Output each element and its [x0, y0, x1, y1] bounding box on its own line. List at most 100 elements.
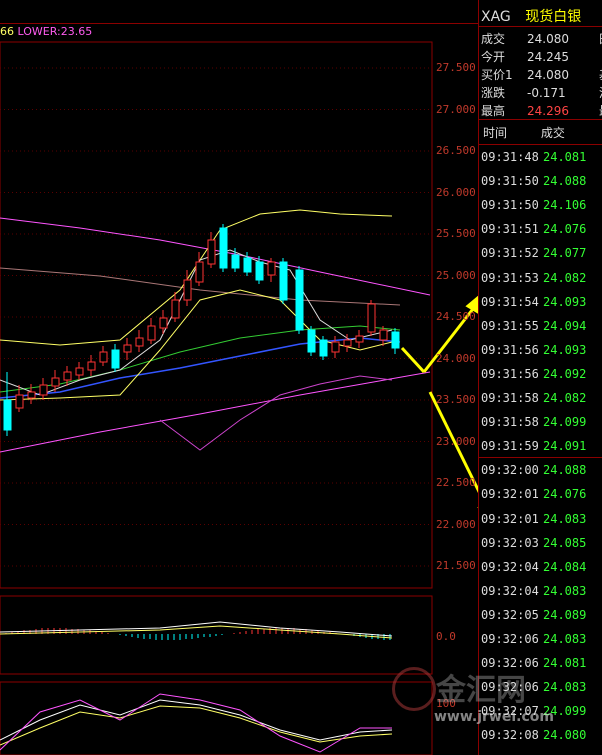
candle-body [183, 279, 192, 301]
price-axis-tick: 24.500 [436, 310, 476, 323]
tick-time: 09:31:58 [481, 391, 539, 405]
tick-row[interactable]: 09:31:48 24.081 [481, 150, 586, 173]
candle-body [99, 351, 108, 363]
candle-body [27, 391, 36, 399]
price-axis-tick: 24.000 [436, 351, 476, 365]
tick-row[interactable]: 09:32:04 24.084 [481, 560, 586, 583]
tick-time: 09:31:52 [481, 246, 539, 261]
candle-body [63, 371, 72, 381]
candle-body [15, 394, 24, 409]
candle-body [355, 335, 364, 343]
tick-row[interactable]: 09:31:59 24.091 [481, 439, 586, 462]
kdj-j-line [0, 693, 392, 753]
tick-price: 24.081 [543, 150, 587, 164]
candle-body [231, 254, 240, 269]
watermark: 金汇网 www.jrwei.com [392, 665, 572, 725]
candle-body [51, 377, 60, 387]
tick-time: 09:32:03 [481, 535, 539, 550]
quote-label: 涨跌 [481, 86, 506, 100]
quote-row: 买价124.080基 [481, 66, 602, 83]
quote-value: 24.245 [527, 50, 569, 64]
tick-price: 24.089 [543, 607, 587, 622]
candle-body [279, 261, 288, 301]
ticks-header-time: 时间 [483, 126, 508, 140]
price-axis-tick: 22.000 [436, 517, 476, 531]
price-axis-tick: 26.000 [436, 185, 476, 199]
boll-lower-line [0, 371, 431, 453]
tick-row[interactable]: 09:32:01 24.083 [481, 512, 586, 535]
symbol-name: 现货白银 [525, 9, 582, 25]
tick-row[interactable]: 09:31:50 24.088 [481, 174, 586, 197]
kline-chart-area[interactable]: 66 LOWER:23.65 27.500 27.000 26.500 26.0… [0, 0, 478, 755]
price-axis-tick: 23.000 [436, 434, 476, 448]
price-axis-tick: 27.000 [436, 102, 476, 116]
candle-body [171, 299, 180, 319]
tick-row[interactable]: 09:31:52 24.077 [481, 246, 586, 269]
tick-row[interactable]: 09:32:08 24.080 [481, 728, 586, 751]
tick-row[interactable]: 09:31:50 24.106 [481, 198, 586, 221]
tick-price: 24.083 [543, 583, 587, 598]
tick-price: 24.083 [543, 511, 587, 526]
candle-body [319, 339, 328, 357]
price-axis-tick: 25.500 [436, 227, 476, 240]
tick-price: 24.084 [543, 559, 587, 574]
tick-price: 24.099 [543, 415, 587, 430]
tick-time: 09:31:59 [481, 439, 539, 454]
tick-price: 24.082 [543, 391, 587, 405]
candle-body [87, 361, 96, 371]
tick-time: 09:31:56 [481, 342, 539, 357]
macd-axis-label: 0.0 [436, 630, 456, 643]
candlestick-chart[interactable] [0, 0, 478, 755]
tick-time: 09:31:48 [481, 150, 539, 164]
price-axis-tick: 27.500 [436, 61, 476, 74]
candle-body [343, 339, 352, 347]
symbol-header: XAG 现货白银 [481, 6, 581, 26]
tick-row[interactable]: 09:31:58 24.099 [481, 415, 586, 438]
quote-row: 涨跌-0.171涉 [481, 84, 602, 101]
tick-time: 09:31:58 [481, 415, 539, 430]
tick-time: 09:31:51 [481, 222, 539, 237]
ma-pink-line [159, 375, 393, 451]
quote-row: 今开 24.245 [481, 48, 569, 65]
candle-body [307, 329, 316, 353]
ticks-header-price: 成交 [540, 126, 565, 140]
tick-row[interactable]: 09:31:54 24.093 [481, 295, 586, 318]
candle-body [111, 349, 120, 369]
tick-price: 24.106 [543, 198, 587, 213]
tick-row[interactable]: 09:32:03 24.085 [481, 536, 586, 559]
tick-row[interactable]: 09:31:58 24.082 [481, 391, 586, 414]
quote-label: 买价1 [481, 68, 513, 82]
candle-body [159, 317, 168, 329]
tick-row[interactable]: 09:32:06 24.083 [481, 632, 586, 655]
candle-body [331, 341, 340, 353]
annotation-arrows [400, 295, 478, 509]
tick-time: 09:32:04 [481, 559, 539, 574]
ticks-header: 时间 成交 [483, 124, 595, 141]
candle-body [135, 337, 144, 347]
candle-body [75, 367, 84, 376]
tick-row[interactable]: 09:31:56 24.092 [481, 367, 586, 390]
tick-time: 09:32:06 [481, 632, 539, 646]
tick-price: 24.088 [543, 463, 587, 478]
tick-time: 09:31:56 [481, 366, 539, 381]
tick-time: 09:32:08 [481, 728, 539, 743]
quote-value: -0.171 [527, 86, 566, 100]
quote-label: 今开 [481, 50, 506, 64]
tick-row[interactable]: 09:31:51 24.076 [481, 222, 586, 245]
quote-panel: XAG 现货白银 成交24.080田今开24.245买价124.080基涨跌-0… [478, 0, 602, 755]
tick-row[interactable]: 09:32:05 24.089 [481, 608, 586, 631]
tick-price: 24.092 [543, 366, 587, 381]
price-axis-tick: 21.500 [436, 559, 476, 572]
tick-row[interactable]: 09:31:55 24.094 [481, 319, 586, 342]
tick-row[interactable]: 09:32:00 24.088 [481, 463, 586, 486]
candle-body [243, 257, 252, 273]
price-axis-tick: 23.500 [436, 393, 476, 406]
candle-body [295, 269, 304, 331]
tick-time: 09:31:54 [481, 294, 539, 309]
tick-row[interactable]: 09:32:01 24.076 [481, 487, 586, 510]
quote-label: 成交 [481, 32, 506, 46]
tick-row[interactable]: 09:32:04 24.083 [481, 584, 586, 607]
tick-row[interactable]: 09:31:56 24.093 [481, 343, 586, 366]
quote-value: 24.080 [527, 68, 569, 82]
tick-row[interactable]: 09:31:53 24.082 [481, 271, 586, 294]
